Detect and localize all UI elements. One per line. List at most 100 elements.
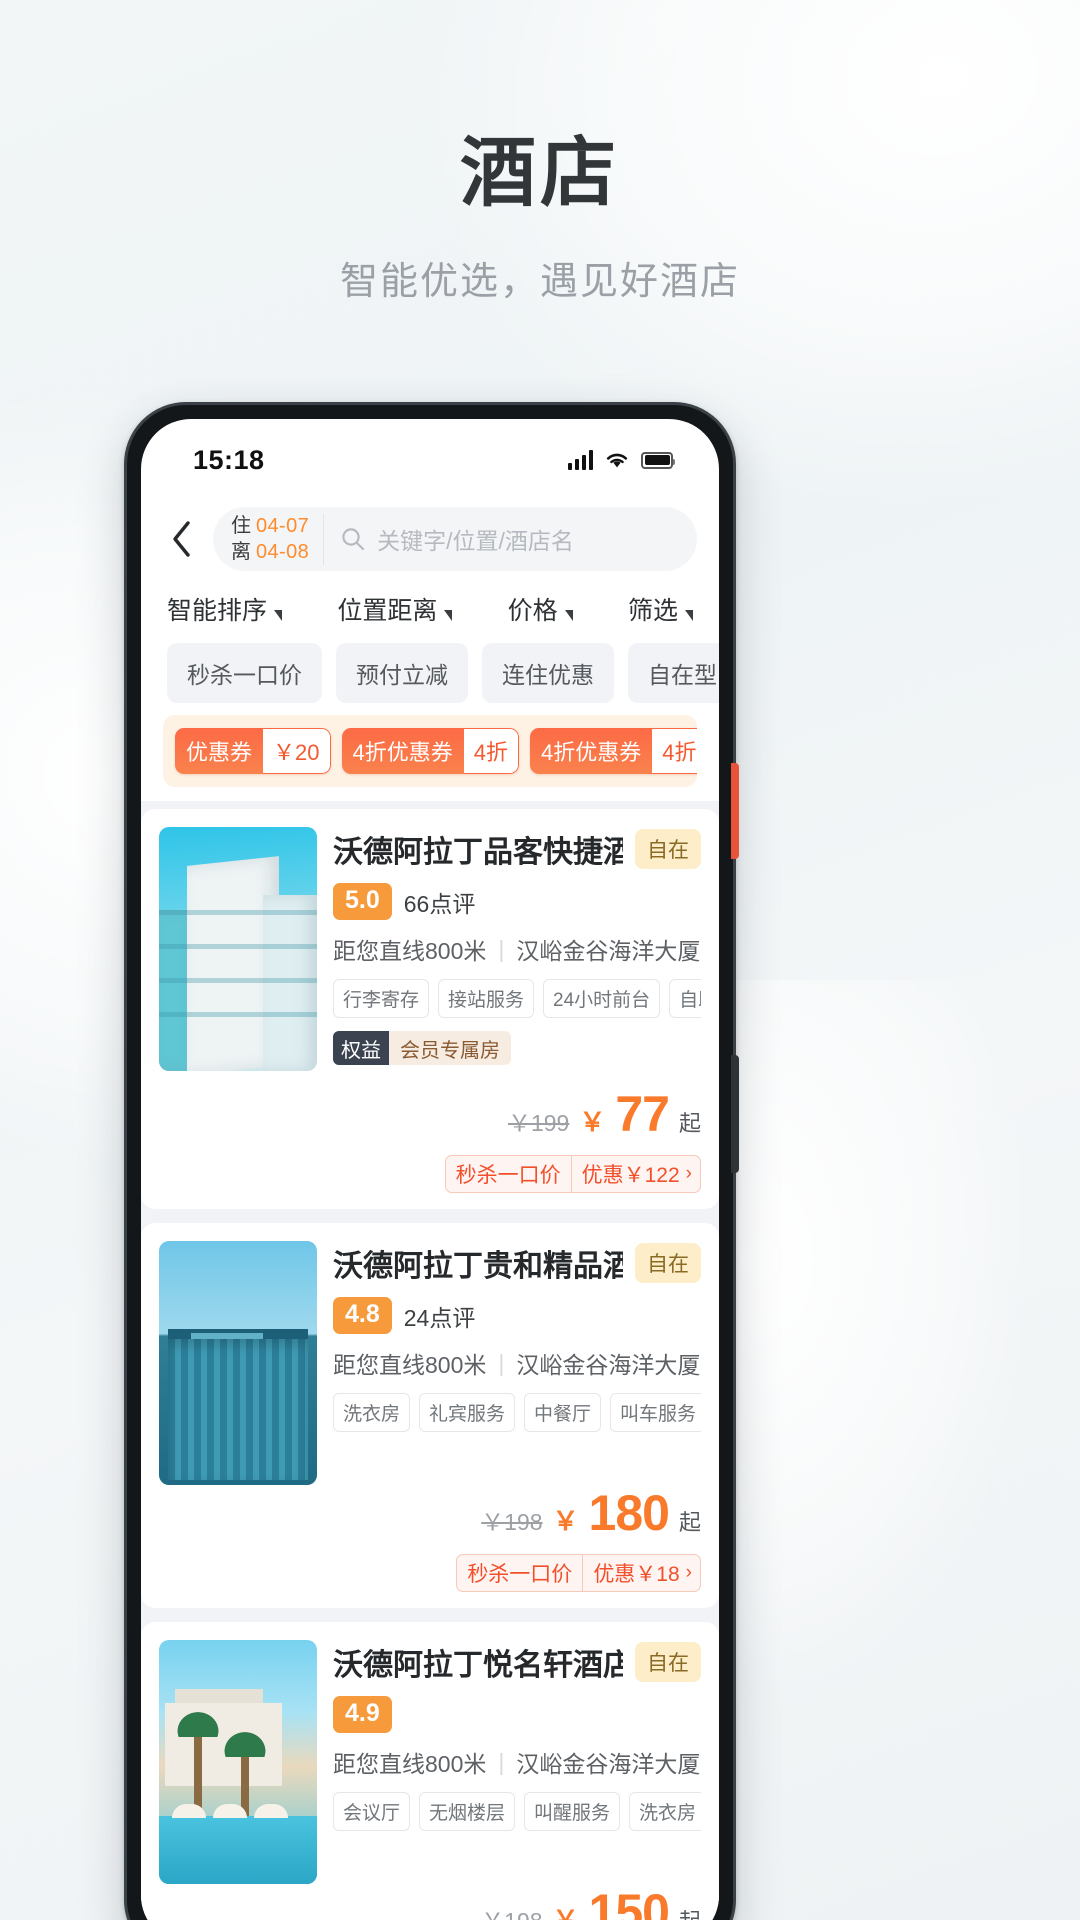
status-time: 15:18	[193, 444, 265, 475]
facility-tag: 叫车服务	[610, 1393, 701, 1432]
price-suffix: 起	[678, 1510, 701, 1535]
rights-value: 会员专属房	[389, 1031, 511, 1065]
hotel-card[interactable]: 沃德阿拉丁品客快捷酒店 自在 5.0 66点评 距您直线800米 | 汉峪金谷海…	[141, 809, 719, 1209]
checkout-label: 离	[231, 540, 251, 563]
filter-chip-row[interactable]: 秒杀一口价 预付立减 连住优惠 自在型 如意型 如	[141, 637, 719, 715]
coupon-item[interactable]: 优惠券 ￥20	[175, 728, 331, 774]
battery-icon	[641, 451, 675, 469]
coupon-item[interactable]: 4折优惠券 4折	[530, 728, 697, 774]
hotel-exterior-image	[159, 827, 317, 1071]
hotel-thumbnail[interactable]	[159, 1640, 317, 1884]
sort-tabs: 智能排序 位置距离 价格 筛选	[141, 585, 719, 637]
current-price: 180	[588, 1485, 670, 1541]
coupon-item[interactable]: 4折优惠券 4折	[341, 728, 519, 774]
promo-left-label: 秒杀一口价	[457, 1555, 584, 1591]
facility-tag: 会议厅	[333, 1792, 411, 1831]
coupon-banner: 优惠券 ￥20 4折优惠券 4折 4折优惠券 4折 领券	[163, 715, 697, 787]
hotel-card[interactable]: 沃德阿拉丁悦名轩酒店 自在 4.9 距您直线800米 | 汉峪金谷海洋大厦...…	[141, 1622, 719, 1920]
rights-key: 权益	[333, 1031, 389, 1065]
currency-symbol: ￥	[552, 1905, 579, 1920]
filter-chip[interactable]: 预付立减	[336, 643, 468, 703]
tab-location-distance-label: 位置距离	[337, 597, 438, 625]
review-count: 24点评	[403, 1304, 476, 1331]
facility-tags: 会议厅 无烟楼层 叫醒服务 洗衣房	[333, 1792, 701, 1831]
checkout-date: 04-08	[256, 540, 310, 563]
status-indicators	[568, 450, 675, 470]
facility-tag: 洗衣房	[333, 1393, 411, 1432]
distance-text: 距您直线800米	[333, 938, 487, 964]
divider: |	[498, 1748, 505, 1775]
tab-price[interactable]: 价格	[508, 591, 573, 627]
hotel-details: 沃德阿拉丁悦名轩酒店 自在 4.9 距您直线800米 | 汉峪金谷海洋大厦...…	[333, 1640, 701, 1920]
chevron-down-icon	[564, 610, 573, 621]
current-price: 150	[588, 1884, 670, 1920]
coupon-value: ￥20	[263, 728, 331, 774]
hotel-title-row: 沃德阿拉丁悦名轩酒店 自在	[333, 1640, 701, 1684]
facility-tag: 24小时前台	[543, 979, 661, 1018]
landmark-text: 汉峪金谷海洋大厦...	[516, 938, 701, 964]
rating-row: 4.9	[333, 1696, 701, 1733]
review-count: 66点评	[403, 890, 476, 917]
page-subtitle: 智能优选，遇见好酒店	[339, 260, 740, 303]
currency-symbol: ￥	[552, 1506, 579, 1536]
coupon-value: 4折	[652, 728, 697, 774]
search-icon	[342, 528, 365, 551]
search-bar[interactable]: 住 04-07 离 04-08 关键字/位置/酒店名	[213, 507, 697, 571]
rating-row: 4.8 24点评	[333, 1297, 701, 1334]
distance-text: 距您直线800米	[333, 1751, 487, 1777]
chevron-right-icon: ›	[685, 1163, 692, 1184]
date-selector[interactable]: 住 04-07 离 04-08	[231, 513, 325, 565]
chevron-down-icon	[685, 610, 693, 621]
tab-price-label: 价格	[507, 597, 558, 625]
promo-badge[interactable]: 秒杀一口价 优惠￥122 ›	[444, 1155, 701, 1193]
search-input[interactable]: 关键字/位置/酒店名	[324, 522, 693, 556]
landmark-text: 汉峪金谷海洋大厦...	[516, 1352, 701, 1378]
tab-smart-sort-label: 智能排序	[167, 597, 268, 625]
filter-chip[interactable]: 连住优惠	[482, 643, 614, 703]
coupon-label: 优惠券	[175, 728, 264, 774]
facility-tag: 洗衣房	[629, 1792, 701, 1831]
phone-screen: 15:18 住 04-07 离 04-08 关键字/位置/酒店名 智能排序 位置…	[141, 419, 719, 1920]
promo-row[interactable]: 秒杀一口价 优惠￥122 ›	[333, 1155, 701, 1193]
tab-smart-sort[interactable]: 智能排序	[167, 591, 283, 627]
original-price: ￥198	[481, 1509, 543, 1535]
original-price: ￥199	[507, 1110, 570, 1136]
chevron-down-icon	[274, 610, 283, 621]
facility-tag: 无烟楼层	[419, 1792, 516, 1831]
back-button[interactable]	[155, 513, 207, 565]
status-badge: 自在	[635, 1642, 701, 1682]
hotel-name: 沃德阿拉丁品客快捷酒店	[333, 836, 623, 869]
status-badge: 自在	[635, 1243, 701, 1283]
search-placeholder: 关键字/位置/酒店名	[377, 528, 574, 554]
hotel-thumbnail[interactable]	[159, 827, 317, 1071]
member-rights-badge: 权益 会员专属房	[333, 1031, 511, 1065]
tab-location-distance[interactable]: 位置距离	[337, 591, 453, 627]
rating-score: 4.8	[333, 1297, 392, 1334]
facility-tag: 接站服务	[438, 979, 535, 1018]
facility-tag: 行李寄存	[333, 979, 430, 1018]
promo-badge[interactable]: 秒杀一口价 优惠￥18 ›	[456, 1554, 701, 1592]
hotel-card[interactable]: 沃德阿拉丁贵和精品酒店 自在 4.8 24点评 距您直线800米 | 汉峪金谷海…	[141, 1223, 719, 1608]
promo-row[interactable]: 秒杀一口价 优惠￥18 ›	[333, 1554, 701, 1592]
hotel-list: 沃德阿拉丁品客快捷酒店 自在 5.0 66点评 距您直线800米 | 汉峪金谷海…	[141, 801, 719, 1920]
hotel-exterior-image	[159, 1640, 317, 1884]
phone-side-button-accent	[731, 763, 739, 859]
tab-filter[interactable]: 筛选	[628, 591, 693, 627]
rating-score: 5.0	[333, 883, 392, 920]
checkin-label: 住	[231, 514, 251, 537]
facility-tags: 洗衣房 礼宾服务 中餐厅 叫车服务	[333, 1393, 701, 1432]
rating-row: 5.0 66点评	[333, 883, 701, 920]
checkout-row: 离 04-08	[231, 540, 309, 565]
promo-discount-text: 优惠￥122	[581, 1164, 680, 1187]
price-block: ￥198 ￥ 180 起 秒杀一口价 优惠￥18 ›	[333, 1484, 701, 1592]
filter-chip[interactable]: 自在型	[628, 643, 719, 703]
back-chevron-icon	[173, 521, 190, 557]
hero-section: 酒店 智能优选，遇见好酒店	[0, 0, 1080, 305]
original-price: ￥198	[481, 1902, 542, 1920]
filter-chip[interactable]: 秒杀一口价	[167, 643, 322, 703]
hotel-details: 沃德阿拉丁品客快捷酒店 自在 5.0 66点评 距您直线800米 | 汉峪金谷海…	[333, 827, 701, 1193]
hotel-thumbnail[interactable]	[159, 1241, 317, 1485]
status-bar: 15:18	[141, 419, 719, 493]
page-title: 酒店	[460, 131, 620, 216]
divider: |	[498, 1349, 505, 1376]
